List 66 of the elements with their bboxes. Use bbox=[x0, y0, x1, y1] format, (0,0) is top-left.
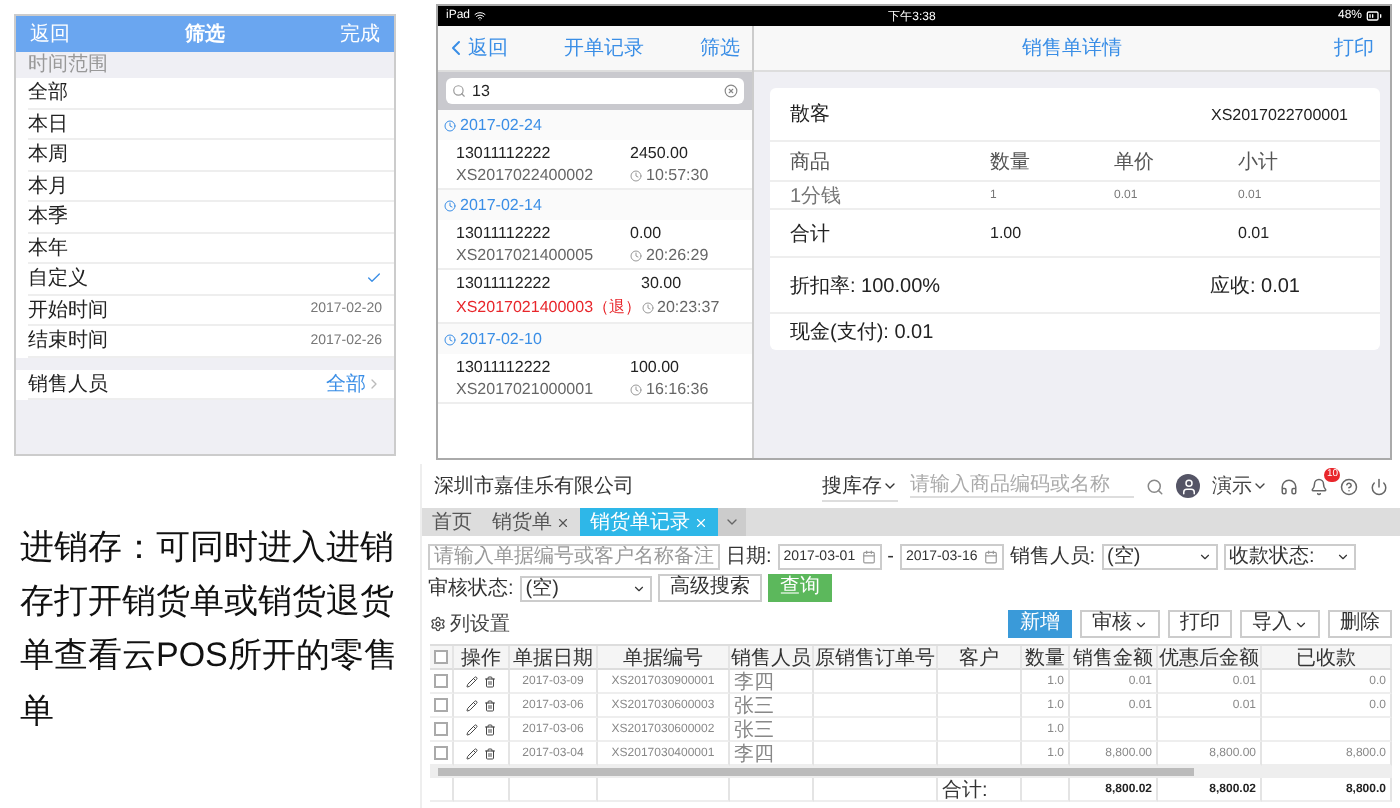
time-range-option[interactable]: 本季 bbox=[28, 202, 394, 233]
toolbar-button[interactable]: 删除 bbox=[1328, 610, 1392, 638]
search-field[interactable]: 13 bbox=[446, 78, 744, 104]
time-range-option[interactable]: 本年 bbox=[28, 233, 394, 264]
nav-title: 销售单详情 bbox=[1022, 35, 1122, 62]
column-header: 数量 bbox=[990, 149, 1032, 175]
date-label: 结束时间 bbox=[28, 327, 108, 355]
item-cell-text: 1分钱 bbox=[790, 184, 844, 210]
total-label: 合计: bbox=[938, 778, 1022, 802]
receivable-amount: 应收: 0.01 bbox=[1209, 273, 1300, 299]
column-header: 客户 bbox=[938, 646, 1022, 670]
customer-name: 散客 bbox=[790, 101, 830, 128]
total-subtotal: 0.01 bbox=[1238, 224, 1272, 242]
salesperson-label: 销售人员: bbox=[1009, 544, 1096, 570]
salesperson-label: 销售人员 bbox=[28, 371, 108, 398]
column-header: 数量 bbox=[1022, 646, 1070, 670]
order-number: XS2017022700001 bbox=[1210, 105, 1348, 123]
total-quantity: 1.00 bbox=[990, 224, 1024, 242]
toolbar-button[interactable]: 打印 bbox=[1168, 610, 1232, 638]
discount-rate: 折扣率: 100.00% bbox=[790, 273, 941, 299]
search-type-dropdown[interactable]: 搜库存 bbox=[822, 471, 898, 501]
time-range-option[interactable]: 自定义 bbox=[28, 264, 394, 295]
date-header: 2017-02-14 bbox=[460, 196, 542, 214]
date-label: 开始时间 bbox=[28, 297, 108, 324]
order-item[interactable]: 13011112222 100.00 XS2017021000001 16:16:36 bbox=[438, 354, 752, 404]
payment-amount: 现金(支付): 0.01 bbox=[790, 319, 934, 346]
tab[interactable]: 销货单 bbox=[482, 508, 580, 536]
time-range-option[interactable]: 本月 bbox=[28, 171, 394, 202]
order-item[interactable]: 13011112222 0.00 XS2017021400005 20:26:29 bbox=[438, 220, 752, 270]
time-range-option[interactable]: 全部 bbox=[28, 78, 394, 109]
column-header: 原销售订单号 bbox=[814, 646, 938, 670]
total-label: 合计 bbox=[790, 221, 832, 247]
toolbar-button[interactable]: 导入 bbox=[1240, 610, 1320, 638]
salesperson-select[interactable]: (空) bbox=[1101, 543, 1218, 569]
payment-status-select[interactable]: 收款状态: bbox=[1223, 543, 1356, 569]
date-header: 2017-02-10 bbox=[460, 330, 542, 348]
user-menu[interactable]: 演示 bbox=[1212, 472, 1268, 500]
column-header: 商品 bbox=[790, 149, 832, 175]
nav-title: 开单记录 bbox=[564, 35, 644, 62]
tab[interactable]: 首页 bbox=[422, 508, 482, 536]
caption-text: 进销存：可同时进入进销存打开销货单或销货退货单查看云POS所开的零售单 bbox=[20, 526, 400, 734]
time-range-option[interactable]: 本周 bbox=[28, 140, 394, 171]
table-cell: 张三 bbox=[730, 694, 814, 718]
section-label: 时间范围 bbox=[26, 52, 110, 78]
review-status-select[interactable]: (空) bbox=[519, 575, 652, 601]
range-dash: - bbox=[887, 545, 894, 567]
column-header: 操作 bbox=[454, 646, 510, 670]
table-cell: 李四 bbox=[730, 670, 814, 694]
column-header: 优惠后金额 bbox=[1158, 646, 1262, 670]
column-header: 已收款 bbox=[1262, 646, 1392, 670]
column-header: 单据编号 bbox=[598, 646, 730, 670]
time-range-option[interactable]: 本日 bbox=[28, 109, 394, 140]
column-header: 小计 bbox=[1238, 149, 1280, 175]
table-cell: 张三 bbox=[730, 718, 814, 742]
column-header: 销售金额 bbox=[1070, 646, 1158, 670]
column-header: 销售人员 bbox=[730, 646, 814, 670]
review-status-label: 审核状态: bbox=[428, 575, 514, 602]
column-settings-link[interactable]: 列设置 bbox=[450, 610, 510, 638]
date-header: 2017-02-24 bbox=[460, 116, 542, 134]
date-label: 日期: bbox=[726, 543, 772, 570]
advanced-search-button[interactable]: 高级搜索 bbox=[657, 574, 762, 602]
toolbar-button[interactable]: 审核 bbox=[1080, 610, 1160, 638]
company-name: 深圳市嘉佳乐有限公司 bbox=[434, 473, 636, 500]
nav-title: 筛选 bbox=[185, 21, 225, 48]
column-header: 单价 bbox=[1114, 149, 1156, 175]
column-header: 单据日期 bbox=[510, 646, 598, 670]
